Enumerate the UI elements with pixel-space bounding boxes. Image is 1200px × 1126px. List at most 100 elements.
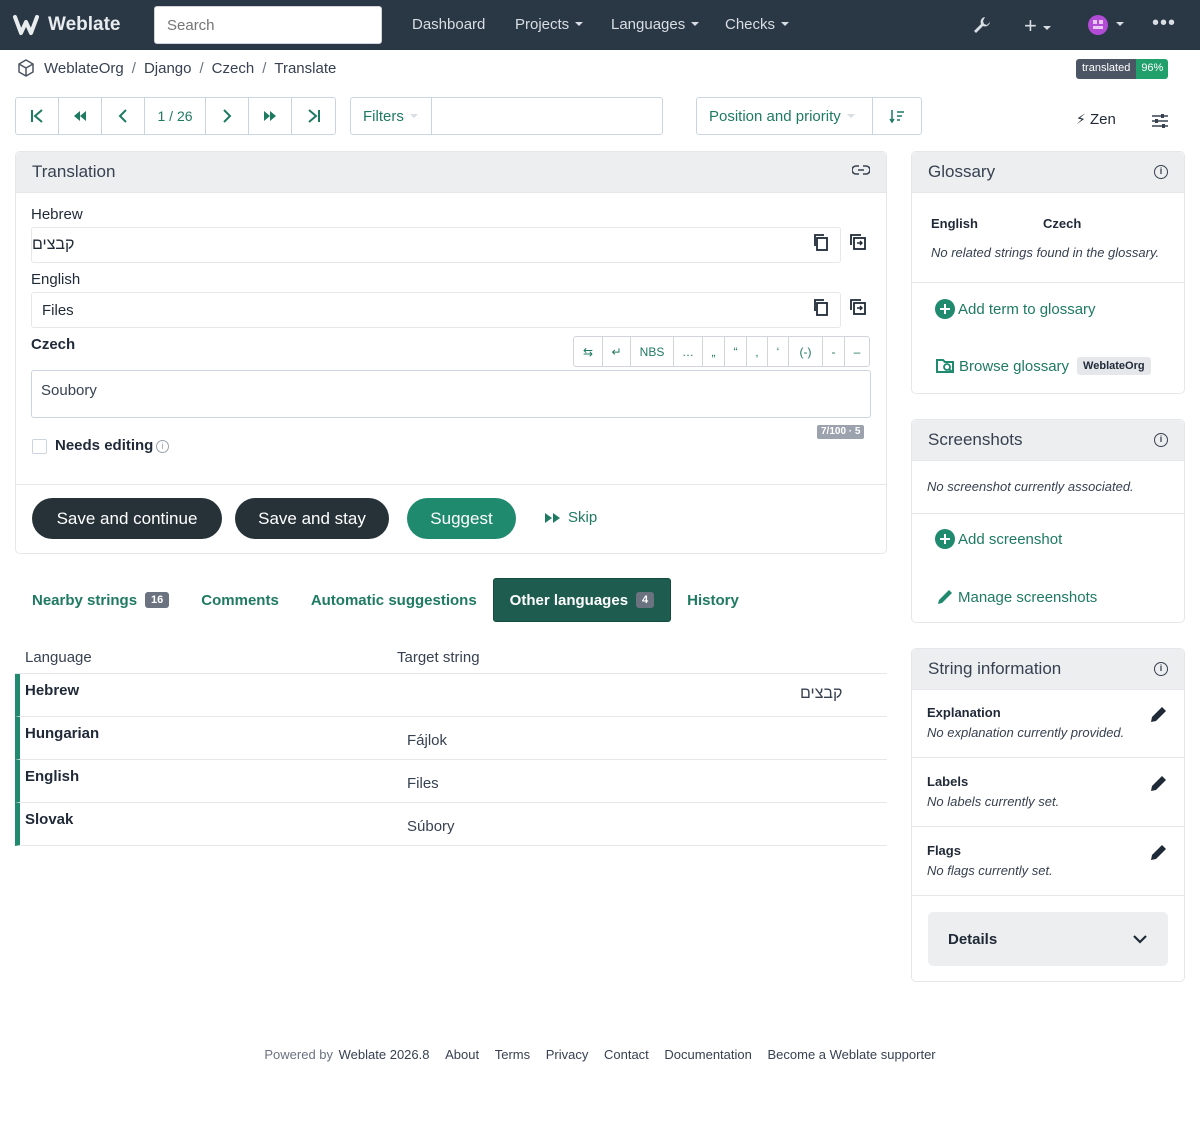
breadcrumb-language[interactable]: Czech [212, 60, 255, 77]
user-menu-caret[interactable] [1110, 16, 1124, 33]
char-button[interactable]: ↵ [603, 337, 631, 366]
brand[interactable]: Weblate [12, 12, 121, 38]
previous-button[interactable] [102, 98, 145, 134]
footer-link-privacy[interactable]: Privacy [546, 1047, 589, 1062]
nav-projects[interactable]: Projects [515, 16, 583, 33]
footer-link-about[interactable]: About [445, 1047, 479, 1062]
char-button[interactable]: ‚ [747, 337, 768, 366]
tab-history[interactable]: History [671, 578, 755, 622]
copy-icon[interactable] [812, 298, 830, 316]
glossary-source-column: English [931, 216, 978, 231]
nav-checks[interactable]: Checks [725, 16, 789, 33]
char-button[interactable]: – [845, 337, 869, 366]
tab-other-languages[interactable]: Other languages 4 [492, 578, 672, 622]
link-icon[interactable] [852, 163, 870, 177]
nav-projects-label: Projects [515, 16, 570, 33]
english-source: Files [31, 292, 841, 328]
clone-to-translation-icon[interactable] [849, 298, 867, 316]
czech-translation-input[interactable]: Soubory [31, 370, 871, 418]
manage-screenshots-link[interactable]: Manage screenshots [935, 587, 1097, 607]
more-menu-icon[interactable]: ••• [1152, 12, 1176, 35]
char-button[interactable]: NBS [631, 337, 674, 366]
tab-nearby-strings[interactable]: Nearby strings 16 [16, 578, 185, 622]
last-button[interactable] [292, 98, 335, 134]
footer-version-link[interactable]: Weblate 2026.8 [339, 1047, 430, 1062]
char-button[interactable]: ‘ [768, 337, 789, 366]
char-button[interactable]: … [674, 337, 703, 366]
rewind-button[interactable] [59, 98, 102, 134]
search-input[interactable] [154, 6, 382, 44]
info-icon[interactable]: i [156, 440, 169, 453]
first-icon [31, 109, 43, 123]
save-continue-button[interactable]: Save and continue [32, 498, 222, 539]
rewind-icon [74, 111, 86, 121]
info-icon[interactable]: i [1154, 662, 1168, 676]
footer-link-contact[interactable]: Contact [604, 1047, 649, 1062]
filters-dropdown[interactable]: Filters [350, 97, 432, 135]
needs-editing-checkbox[interactable] [32, 439, 47, 454]
add-screenshot-link[interactable]: Add screenshot [935, 529, 1062, 549]
screenshots-panel: Screenshots i No screenshot currently as… [911, 419, 1185, 623]
footer-link-supporter[interactable]: Become a Weblate supporter [768, 1047, 936, 1062]
char-button[interactable]: „ [703, 337, 725, 366]
table-row[interactable]: Slovak Súbory [15, 803, 887, 846]
skip-button[interactable]: Skip [544, 509, 597, 526]
table-row[interactable]: Hebrew קבצים [15, 674, 887, 717]
pencil-icon [938, 590, 952, 604]
char-button[interactable]: (-) [789, 337, 823, 366]
avatar-icon [1088, 15, 1108, 35]
zen-button[interactable]: ⚡ Zen [1076, 111, 1116, 128]
char-button[interactable]: ⇆ [574, 337, 603, 366]
nav-languages[interactable]: Languages [611, 16, 699, 33]
tab-comments[interactable]: Comments [185, 578, 295, 622]
tab-automatic-suggestions[interactable]: Automatic suggestions [295, 578, 493, 622]
add-menu-icon[interactable]: + [1024, 13, 1051, 39]
edit-pencil-icon[interactable] [1149, 704, 1169, 724]
browse-glossary-link[interactable]: Browse glossary WeblateOrg [935, 356, 1151, 376]
info-icon[interactable]: i [1154, 165, 1168, 179]
string-information-header: String information [912, 649, 1184, 690]
edit-pencil-icon[interactable] [1149, 842, 1169, 862]
glossary-empty: No related strings found in the glossary… [931, 245, 1160, 260]
copy-icon[interactable] [812, 233, 830, 251]
column-header: Target string [397, 649, 480, 666]
wrench-icon[interactable] [972, 15, 992, 35]
clone-to-translation-icon[interactable] [849, 233, 867, 251]
table-row[interactable]: Hungarian Fájlok [15, 717, 887, 760]
add-term-link[interactable]: Add term to glossary [935, 299, 1096, 319]
char-button[interactable]: “ [725, 337, 747, 366]
details-accordion[interactable]: Details [928, 912, 1168, 966]
table-row[interactable]: English Files [15, 760, 887, 803]
divider [912, 757, 1184, 758]
last-icon [307, 109, 320, 123]
row-target: Súbory [407, 818, 455, 835]
char-button[interactable]: - [823, 337, 845, 366]
string-information-title: String information [928, 659, 1062, 678]
edit-pencil-icon[interactable] [1149, 773, 1169, 793]
breadcrumb-separator: / [131, 59, 136, 77]
sort-direction-button[interactable] [872, 97, 922, 135]
add-screenshot-label: Add screenshot [958, 530, 1063, 548]
breadcrumb-project[interactable]: WeblateOrg [44, 60, 124, 77]
suggest-button[interactable]: Suggest [407, 498, 516, 539]
user-menu[interactable] [1088, 15, 1108, 39]
top-navbar: Weblate Dashboard Projects Languages Che… [0, 0, 1200, 50]
next-button[interactable] [206, 98, 249, 134]
row-target: Files [407, 775, 439, 792]
filter-query-input[interactable] [431, 97, 663, 135]
footer-link-terms[interactable]: Terms [495, 1047, 530, 1062]
explanation-value: No explanation currently provided. [927, 725, 1125, 740]
save-stay-button[interactable]: Save and stay [235, 498, 389, 539]
fast-forward-button[interactable] [249, 98, 292, 134]
czech-translation-text: Soubory [41, 382, 97, 399]
breadcrumb-component[interactable]: Django [144, 60, 192, 77]
settings-sliders-icon[interactable] [1151, 112, 1169, 130]
first-button[interactable] [16, 98, 59, 134]
labels-value: No labels currently set. [927, 794, 1060, 809]
nav-dashboard[interactable]: Dashboard [412, 16, 485, 33]
zen-icon: ⚡ [1076, 111, 1086, 127]
sort-dropdown[interactable]: Position and priority [696, 97, 873, 135]
footer-link-documentation[interactable]: Documentation [664, 1047, 751, 1062]
sort-direction-icon [889, 110, 904, 124]
info-icon[interactable]: i [1154, 433, 1168, 447]
